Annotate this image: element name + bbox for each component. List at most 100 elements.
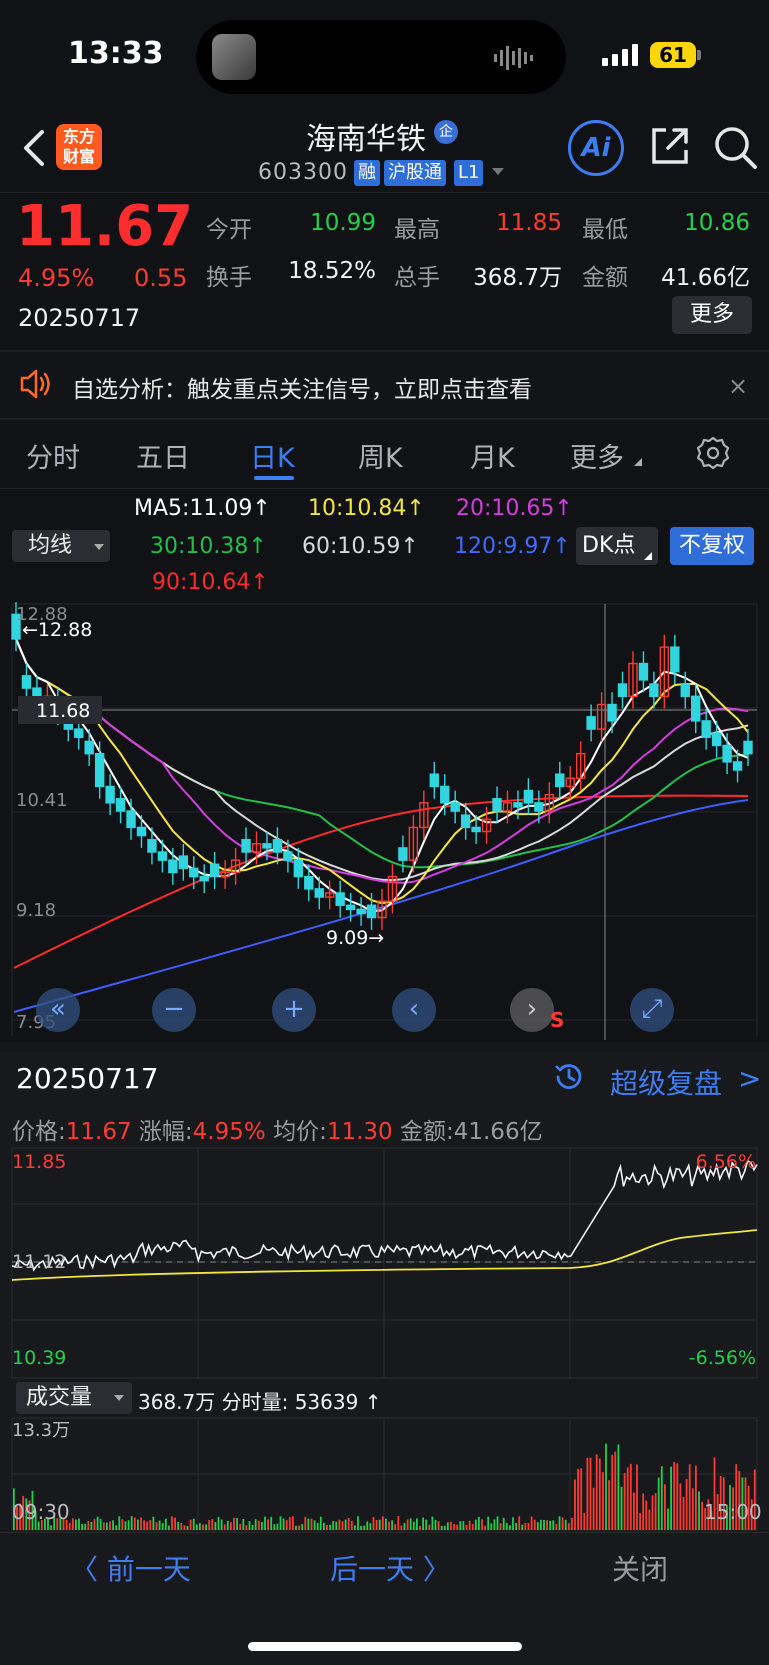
candle-down <box>586 716 596 730</box>
volume-bar <box>174 1517 176 1530</box>
volume-bar <box>698 1491 700 1530</box>
volume-bar <box>391 1520 393 1530</box>
volume-bar <box>133 1517 136 1530</box>
volume-bar <box>279 1516 282 1530</box>
scroll-right-button[interactable]: › <box>510 988 554 1032</box>
volume-bar <box>242 1519 245 1530</box>
ma5-legend: MA5:11.09↑ <box>134 496 271 521</box>
kline-chart[interactable]: 12.8810.419.187.9511.68←12.889.09→ <box>0 600 769 1040</box>
tab-weekly-k[interactable]: 周K <box>358 436 403 475</box>
eastmoney-logo: 东方 财富 <box>56 124 102 170</box>
volume-bar <box>68 1522 71 1530</box>
volume-bar <box>385 1518 387 1530</box>
low-value: 10.86 <box>684 210 750 236</box>
volume-bar <box>428 1524 431 1530</box>
gear-icon[interactable] <box>696 436 730 470</box>
logo-line-2: 财富 <box>62 147 95 166</box>
ma10-line <box>15 638 749 905</box>
back-arrow-icon[interactable] <box>18 128 48 168</box>
dynamic-island <box>196 20 566 94</box>
tab-more[interactable]: 更多 <box>570 436 624 475</box>
more-quote-button[interactable]: 更多 <box>672 296 752 334</box>
candle-down <box>105 785 115 804</box>
volume-bar <box>217 1517 220 1530</box>
change-percent: 4.95% <box>18 264 95 292</box>
tag-dropdown-caret-icon[interactable] <box>492 168 504 175</box>
enterprise-badge: 企 <box>434 120 458 144</box>
fullscreen-button[interactable]: ⤢ <box>630 988 674 1032</box>
volume-bar <box>341 1521 344 1530</box>
volume-bar <box>654 1493 657 1530</box>
volume-bar <box>344 1519 347 1530</box>
volume-select-caret-icon[interactable] <box>114 1395 124 1401</box>
volume-label: 总手 <box>394 265 440 291</box>
ma30-legend: 30:10.38↑ <box>150 534 267 559</box>
volume-bar <box>183 1525 186 1530</box>
previous-day-button[interactable]: 〈 前一天 <box>70 1548 191 1588</box>
tab-five-day[interactable]: 五日 <box>136 436 190 475</box>
scroll-to-start-button[interactable]: « <box>36 988 80 1032</box>
share-icon[interactable] <box>648 124 692 168</box>
volume-bar <box>614 1451 617 1530</box>
history-clock-icon[interactable] <box>552 1060 586 1094</box>
volume-bar <box>484 1525 486 1530</box>
avg-value: 11.30 <box>326 1119 393 1145</box>
volume-bar <box>701 1501 703 1530</box>
volume-bar <box>685 1478 688 1530</box>
volume-bar <box>459 1521 462 1530</box>
volume-bar <box>285 1520 288 1530</box>
candle-down <box>84 740 94 755</box>
volume-grid <box>11 1417 758 1531</box>
volume-bar <box>295 1525 297 1530</box>
chevron-right-icon[interactable]: > <box>738 1062 761 1095</box>
next-day-button[interactable]: 后一天 〉 <box>330 1548 451 1588</box>
volume-bar <box>509 1525 511 1530</box>
intraday-chart[interactable]: 11.85 11.12 10.39 6.56% -6.56% <box>0 1146 769 1380</box>
candle-down <box>283 851 293 861</box>
volume-bar <box>416 1518 418 1530</box>
volume-bar <box>226 1520 229 1530</box>
volume-bar <box>93 1519 96 1530</box>
volume-bar <box>310 1518 313 1530</box>
ma-select-caret-icon[interactable] <box>94 544 104 550</box>
zoom-out-button[interactable]: − <box>152 988 196 1032</box>
candle-down <box>649 683 659 698</box>
tab-daily-k[interactable]: 日K <box>250 436 295 475</box>
close-notice-icon[interactable]: × <box>728 372 748 400</box>
change-value: 4.95% <box>192 1119 266 1145</box>
notice-text[interactable]: 自选分析：触发重点关注信号，立即点击查看 <box>72 370 532 404</box>
candle-down <box>366 904 377 919</box>
super-replay-link[interactable]: 超级复盘 <box>610 1062 722 1102</box>
price-value: 11.67 <box>65 1119 132 1145</box>
volume-bar <box>236 1517 238 1530</box>
ai-assistant-button[interactable]: Ai <box>568 120 624 176</box>
volume-bar <box>195 1524 198 1530</box>
volume-bar <box>149 1520 152 1530</box>
candle-down <box>743 740 753 755</box>
volume-bar <box>598 1458 601 1530</box>
tab-intraday[interactable]: 分时 <box>26 436 80 475</box>
volume-bar <box>431 1516 434 1530</box>
candle-down <box>335 892 345 906</box>
volume-bar <box>571 1517 573 1530</box>
volume-bar <box>140 1517 142 1530</box>
tab-monthly-k[interactable]: 月K <box>470 436 515 475</box>
price-label: 价格: <box>12 1119 66 1145</box>
level1-tag[interactable]: L1 <box>454 160 484 186</box>
battery-tip <box>697 50 701 60</box>
volume-bar <box>512 1517 514 1530</box>
close-button[interactable]: 关闭 <box>612 1548 668 1588</box>
volume-bar <box>388 1521 390 1530</box>
volume-bar <box>223 1524 226 1530</box>
volume-bar <box>202 1524 204 1530</box>
price-adjust-button[interactable]: 不复权 <box>670 527 754 565</box>
search-icon[interactable] <box>712 124 758 170</box>
zoom-in-button[interactable]: + <box>272 988 316 1032</box>
volume-bar <box>456 1524 459 1530</box>
candle-down <box>398 847 408 861</box>
scroll-left-button[interactable]: ‹ <box>392 988 436 1032</box>
volume-bar <box>164 1518 167 1530</box>
low-label: 最低 <box>582 217 628 243</box>
volume-bar <box>298 1525 300 1530</box>
volume-bar <box>177 1521 180 1530</box>
